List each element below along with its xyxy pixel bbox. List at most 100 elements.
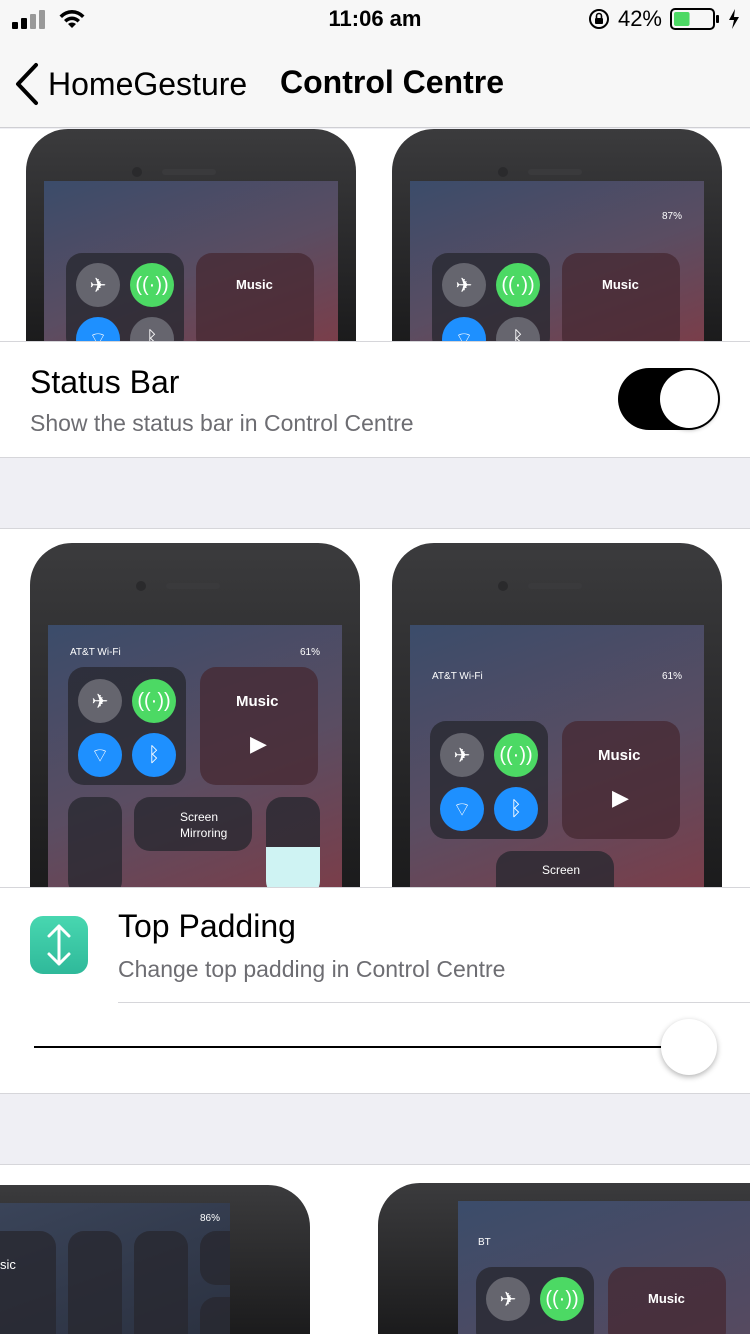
- chevron-left-icon: [16, 63, 38, 105]
- airplane-icon: ✈: [78, 679, 122, 723]
- wifi-toggle-icon: ⌔: [78, 733, 122, 777]
- orientation-lock-icon: [588, 9, 609, 29]
- volume-slider-tile: [266, 797, 320, 887]
- wifi-toggle-icon: ⌔: [442, 317, 486, 341]
- top-padding-preview-cell: AT&T Wi-Fi 61% ✈ ((·)) ⌔ ᛒ Music ▶ Scree…: [0, 529, 750, 887]
- phone-preview-right: BT ✈ ((·)) Music: [378, 1183, 750, 1334]
- airplane-icon: ✈: [486, 1277, 530, 1321]
- screen-mirroring-label: Screen Mirroring: [180, 810, 228, 840]
- speaker-slot: [528, 583, 582, 589]
- status-bar-title: Status Bar: [30, 364, 180, 400]
- divider: [0, 1093, 750, 1094]
- camera-dot: [498, 167, 508, 177]
- status-bar-setting-row: Status Bar Show the status bar in Contro…: [0, 342, 750, 457]
- connectivity-tile: ✈ ((·)) ⌔ ᛒ: [430, 721, 548, 839]
- preview-display: 87% ✈ ((·)) ⌔ ᛒ Music: [410, 181, 704, 341]
- play-icon: ▶: [612, 785, 629, 810]
- back-label: HomeGesture: [48, 65, 248, 102]
- bluetooth-icon: ᛒ: [494, 787, 538, 831]
- speaker-slot: [528, 169, 582, 175]
- preview-carrier: AT&T Wi-Fi: [432, 671, 483, 682]
- cellular-icon: ((·)): [496, 263, 540, 307]
- screen-label: Screen: [542, 863, 581, 877]
- connectivity-tile: ✈ ((·)) ⌔ ᛒ: [66, 253, 184, 341]
- back-button[interactable]: HomeGesture: [14, 62, 247, 106]
- phone-preview-right: 87% ✈ ((·)) ⌔ ᛒ Music: [392, 129, 722, 341]
- speaker-slot: [166, 583, 220, 589]
- cellular-icon: ((·)): [130, 263, 174, 307]
- top-padding-setting-row: Top Padding Change top padding in Contro…: [0, 888, 750, 1093]
- wifi-toggle-icon: ⌔: [76, 317, 120, 341]
- bottom-preview-cell: 86% sic BT ✈ ((·)) Music: [0, 1165, 750, 1334]
- music-label: Music: [598, 747, 641, 764]
- camera-dot: [132, 167, 142, 177]
- connectivity-tile: ✈ ((·)): [476, 1267, 594, 1334]
- brightness-slider-tile: [68, 1231, 122, 1334]
- music-tile: Music: [562, 253, 680, 341]
- airplane-icon: ✈: [442, 263, 486, 307]
- top-padding-title: Top Padding: [118, 908, 296, 944]
- music-label: Music: [648, 1291, 685, 1306]
- top-padding-slider-thumb[interactable]: [661, 1019, 717, 1075]
- volume-slider-tile: [134, 1231, 188, 1334]
- status-bar: 11:06 am 42%: [0, 0, 750, 40]
- preview-carrier: BT: [478, 1237, 491, 1248]
- wifi-toggle-icon: ⌔: [440, 787, 484, 831]
- top-padding-slider-track[interactable]: [34, 1046, 690, 1048]
- charging-bolt-icon: [729, 9, 739, 29]
- airplane-icon: ✈: [76, 263, 120, 307]
- status-bar-subtitle: Show the status bar in Control Centre: [30, 410, 414, 436]
- screen-mirroring-tile: Screen Mirroring: [134, 797, 252, 851]
- bluetooth-icon: ᛒ: [132, 733, 176, 777]
- toggle-knob: [660, 370, 718, 428]
- bluetooth-icon: ᛒ: [496, 317, 540, 341]
- phone-preview-left: ✈ ((·)) ⌔ ᛒ Music: [26, 129, 356, 341]
- preview-carrier: AT&T Wi-Fi: [70, 647, 121, 658]
- phone-preview-right: AT&T Wi-Fi 61% ✈ ((·)) ⌔ ᛒ Music ▶ Scree…: [392, 543, 722, 887]
- status-right: 42%: [588, 6, 740, 32]
- cellular-icon: ((·)): [540, 1277, 584, 1321]
- preview-battery: 61%: [299, 647, 320, 658]
- calculator-icon: [200, 1231, 230, 1285]
- preview-display: AT&T Wi-Fi 61% ✈ ((·)) ⌔ ᛒ Music ▶ Scree…: [48, 625, 342, 887]
- vertical-arrows-icon: [30, 916, 88, 974]
- screen: 11:06 am 42% HomeGesture Control Centre …: [0, 0, 750, 1334]
- cellular-icon: ((·)): [494, 733, 538, 777]
- preview-display: AT&T Wi-Fi 61% ✈ ((·)) ⌔ ᛒ Music ▶ Scree…: [410, 625, 704, 887]
- preview-display: ✈ ((·)) ⌔ ᛒ Music: [44, 181, 338, 341]
- speaker-slot: [162, 169, 216, 175]
- play-icon: ▶: [250, 731, 267, 756]
- navigation-bar: HomeGesture Control Centre: [0, 40, 750, 128]
- music-label: Music: [236, 277, 273, 292]
- brightness-slider-tile: [68, 797, 122, 887]
- preview-battery: 61%: [661, 671, 682, 682]
- phone-preview-left: AT&T Wi-Fi 61% ✈ ((·)) ⌔ ᛒ Music ▶ Scree…: [30, 543, 360, 887]
- status-bar-preview-cell: ✈ ((·)) ⌔ ᛒ Music 87% ✈ ((·)) ⌔ ᛒ Music: [0, 129, 750, 341]
- bluetooth-icon: ᛒ: [130, 317, 174, 341]
- battery-percent: 42%: [617, 6, 662, 31]
- music-label-partial: sic: [0, 1257, 16, 1272]
- connectivity-tile: ✈ ((·)) ⌔ ᛒ: [432, 253, 550, 341]
- airplane-icon: ✈: [440, 733, 484, 777]
- battery-icon: [670, 8, 719, 30]
- cellular-icon: ((·)): [132, 679, 176, 723]
- music-label: Music: [236, 693, 279, 710]
- music-tile: Music: [608, 1267, 726, 1334]
- divider: [0, 457, 750, 458]
- phone-preview-left: 86% sic: [0, 1185, 310, 1334]
- divider: [118, 1002, 750, 1003]
- music-label: Music: [602, 277, 639, 292]
- connectivity-tile: ✈ ((·)) ⌔ ᛒ: [68, 667, 186, 785]
- screen-mirroring-tile: Screen: [496, 851, 614, 887]
- preview-display: BT ✈ ((·)) Music: [458, 1201, 750, 1334]
- preview-battery: 86%: [199, 1213, 220, 1224]
- camera-dot: [498, 581, 508, 591]
- camera-dot: [136, 581, 146, 591]
- music-tile: Music: [196, 253, 314, 341]
- music-tile: Music ▶: [200, 667, 318, 785]
- preview-display: 86% sic: [0, 1203, 230, 1334]
- status-bar-toggle[interactable]: [618, 368, 720, 430]
- preview-battery: 87%: [661, 211, 682, 222]
- camera-icon: [200, 1297, 230, 1334]
- page-title: Control Centre: [280, 64, 504, 100]
